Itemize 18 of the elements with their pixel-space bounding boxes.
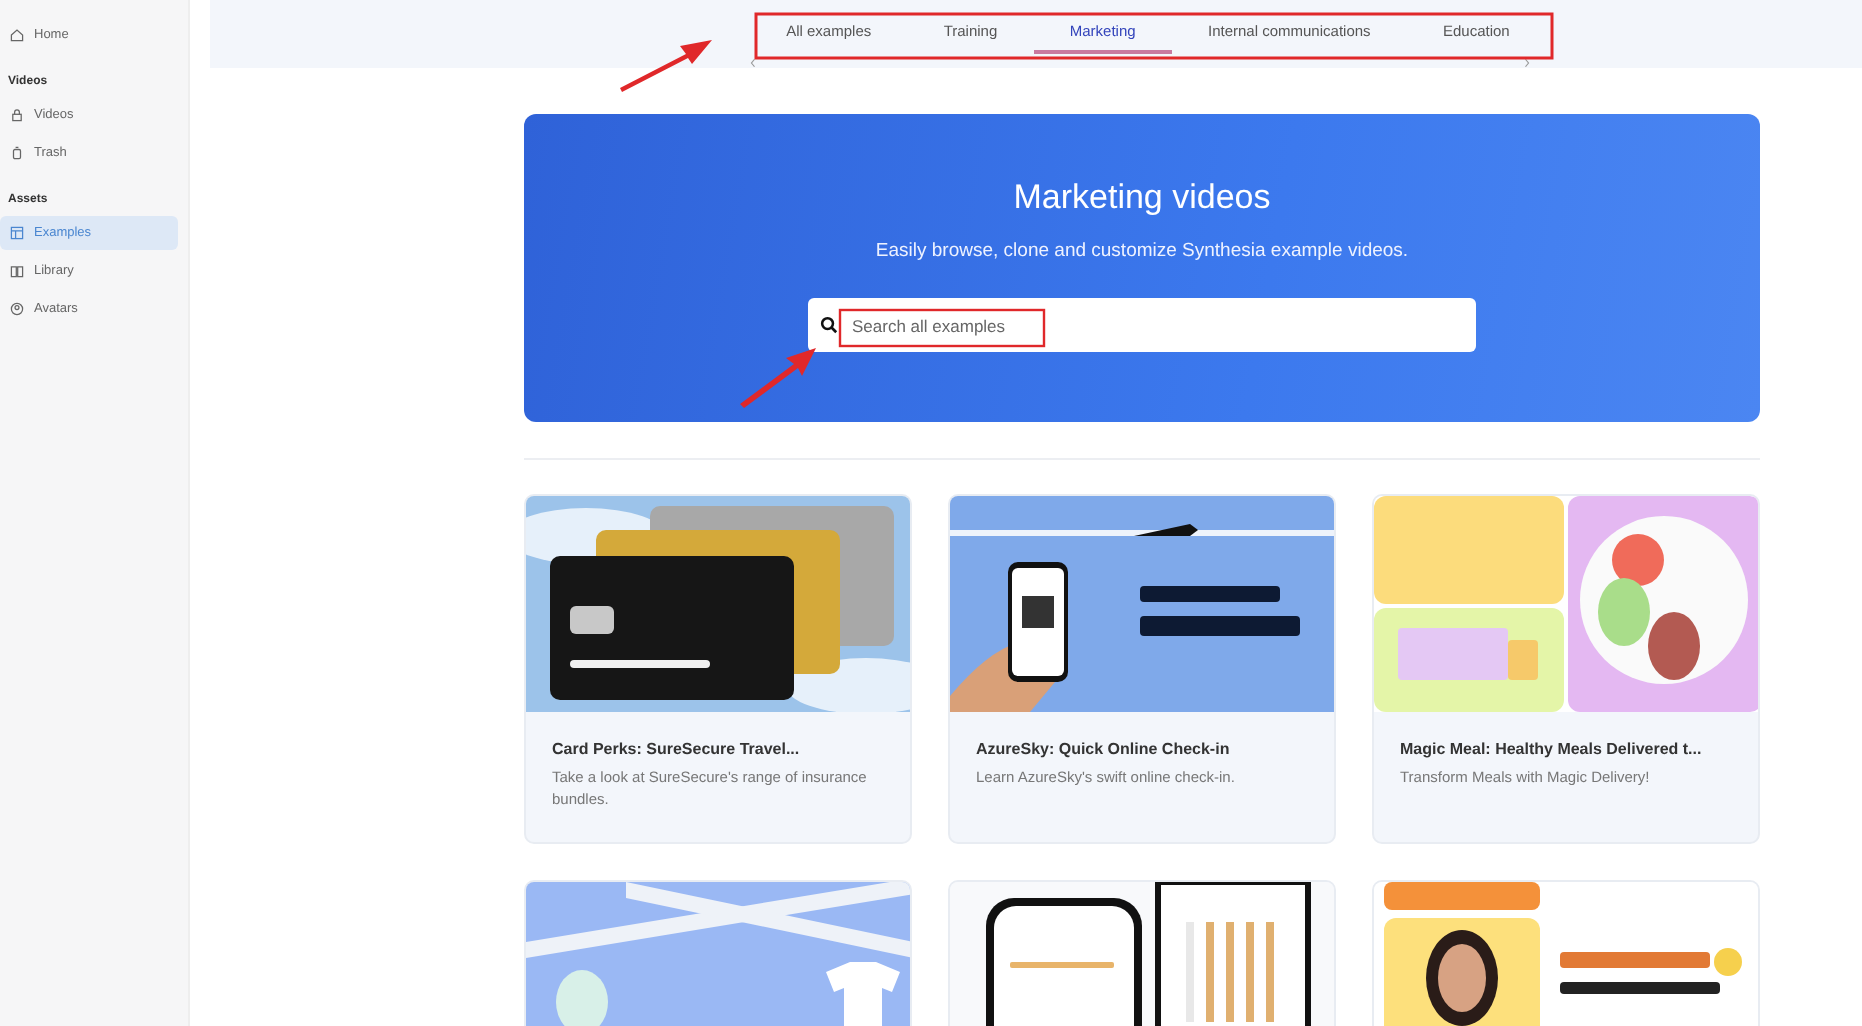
trash-icon: [10, 146, 24, 160]
annotation-arrow: [740, 348, 816, 408]
card-title: AzureSky: Quick Online Check-in: [976, 740, 1232, 758]
scroll-right-icon[interactable]: [1524, 58, 1530, 68]
hero-title: Marketing videos: [1013, 178, 1271, 218]
avatar-icon: [10, 302, 24, 316]
search-field[interactable]: Search all examples: [846, 312, 1212, 338]
grid-icon: [10, 226, 24, 240]
scroll-left-icon[interactable]: [750, 58, 756, 68]
annotation-arrow: [620, 40, 712, 92]
lock-icon: [10, 108, 24, 122]
card-title: Magic Meal: Healthy Meals Delivered t...: [1400, 740, 1704, 758]
card-title: Card Perks: SureSecure Travel...: [552, 740, 802, 758]
hero-subtitle: Easily browse, clone and customize Synthesia example videos.: [875, 240, 1409, 262]
home-icon: [10, 28, 24, 42]
search-icon: [820, 316, 838, 334]
book-icon: [10, 264, 24, 278]
search-field[interactable]: Search all examples: [808, 298, 1476, 352]
